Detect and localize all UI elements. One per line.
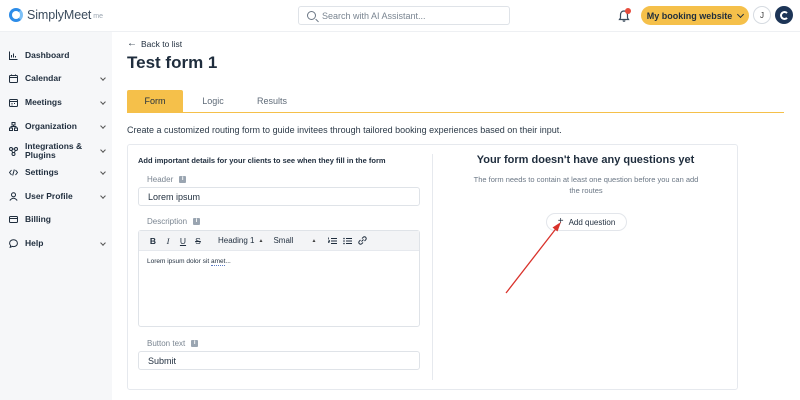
sidebar-item-help[interactable]: Help [9,238,106,248]
header-input[interactable]: Lorem ipsum [138,187,420,206]
description-text-a: Lorem ipsum dolor sit [147,258,211,265]
button-text-field-label: Button text i [147,339,199,348]
header-label-text: Header [147,175,174,184]
sidebar-item-label: Meetings [25,97,62,107]
strikethrough-button[interactable]: S [192,236,204,246]
organization-icon [9,122,18,131]
chevron-down-icon [737,10,745,18]
tab-results[interactable]: Results [247,90,297,112]
chevron-down-icon [100,98,106,105]
search-box[interactable] [298,6,510,25]
caret-icon: ▲︎ [311,237,317,244]
chevron-down-icon [100,168,106,175]
link-icon[interactable] [358,236,368,245]
empty-state-title: Your form doesn't have any questions yet [476,154,695,166]
top-bar: SimplyMeet me My booking website J [0,0,800,32]
sidebar-item-dashboard[interactable]: Dashboard [9,51,105,60]
button-text-input[interactable]: Submit [138,351,420,370]
notification-badge [625,8,631,14]
sidebar-item-integrations[interactable]: Integrations & Plugins [9,141,106,160]
back-to-list-link[interactable]: ← Back to list [127,38,182,49]
sidebar-item-label: User Profile [25,191,73,201]
booking-button-label: My booking website [646,10,733,21]
user-avatar[interactable]: J [753,6,771,24]
description-field-label: Description i [147,217,201,226]
bold-button[interactable]: B [147,236,159,246]
add-question-label: Add question [568,217,616,227]
chevron-down-icon [100,122,106,129]
billing-icon [9,216,18,223]
heading-select[interactable]: Heading 1 ▲︎ [218,236,263,245]
sidebar-item-label: Dashboard [25,50,70,60]
chevron-down-icon [100,192,106,199]
heading-select-value: Heading 1 [218,236,255,245]
page-title: Test form 1 [127,53,218,72]
size-select[interactable]: Small ▲︎ [273,236,316,245]
user-icon [9,192,18,201]
sidebar-item-user-profile[interactable]: User Profile [9,191,106,201]
notification-bell[interactable] [617,8,631,23]
sidebar-item-calendar[interactable]: Calendar [9,73,106,83]
description-content[interactable]: Lorem ipsum dolor sit amet... [139,251,419,272]
editor-toolbar: B I U S Heading 1 ▲︎ Small ▲︎ [139,231,419,251]
add-question-button[interactable]: + Add question [546,213,627,231]
description-text-c: ... [225,258,231,265]
underline-button[interactable]: U [177,236,189,246]
ordered-list-icon[interactable] [328,237,338,245]
sidebar-item-label: Integrations & Plugins [25,141,83,160]
meetings-icon [9,99,18,107]
column-divider [432,154,433,380]
sidebar-item-organization[interactable]: Organization [9,121,106,131]
chevron-down-icon [100,74,106,81]
sidebar-item-meetings[interactable]: Meetings [9,97,106,107]
search-input[interactable] [322,10,502,21]
bullet-list-icon[interactable] [343,237,353,245]
tab-form[interactable]: Form [127,90,183,112]
size-select-value: Small [273,236,294,245]
intro-text: Create a customized routing form to guid… [127,125,562,135]
info-icon[interactable]: i [193,218,201,225]
chat-bubble-icon [9,239,18,248]
sidebar-item-label: Help [25,238,44,248]
info-icon[interactable]: i [191,340,199,347]
logo-subtext: me [93,13,104,20]
empty-state-subtitle: The form needs to contain at least one q… [473,175,699,195]
sidebar-item-label: Billing [25,214,51,224]
tab-logic[interactable]: Logic [191,90,235,112]
form-details-heading: Add important details for your clients t… [138,156,386,165]
search-icon [307,11,316,20]
chevron-down-icon [100,147,106,153]
info-icon[interactable]: i [179,176,187,183]
code-icon [9,169,18,176]
chart-icon [9,51,18,60]
chevron-down-icon [100,239,106,246]
back-link-label: Back to list [141,38,183,49]
caret-icon: ▲︎ [258,237,264,244]
brand-logo-icon [779,10,789,20]
description-label-text: Description [147,217,188,226]
sidebar-item-billing[interactable]: Billing [9,215,105,224]
my-booking-website-button[interactable]: My booking website [641,6,749,25]
sidebar: Dashboard Calendar Meetings Organization… [0,32,112,400]
sidebar-item-label: Organization [25,121,77,131]
logo[interactable]: SimplyMeet me [9,8,103,22]
plus-icon: + [557,216,564,227]
calendar-icon [9,74,18,83]
button-text-label-text: Button text [147,339,186,348]
integrations-icon [9,146,18,156]
italic-button[interactable]: I [162,236,174,246]
header-field-label: Header i [147,175,187,184]
sidebar-item-label: Settings [25,167,59,177]
logo-icon [9,8,23,22]
description-text-b: amet [210,258,226,266]
arrow-left-icon: ← [127,38,137,49]
sidebar-item-label: Calendar [25,73,62,83]
description-editor[interactable]: B I U S Heading 1 ▲︎ Small ▲︎ Lorem ipsu… [138,230,420,327]
sidebar-item-settings[interactable]: Settings [9,167,106,177]
organization-avatar[interactable] [775,6,793,24]
tab-bar: Form Logic Results [127,90,784,113]
logo-text: SimplyMeet [27,8,92,22]
